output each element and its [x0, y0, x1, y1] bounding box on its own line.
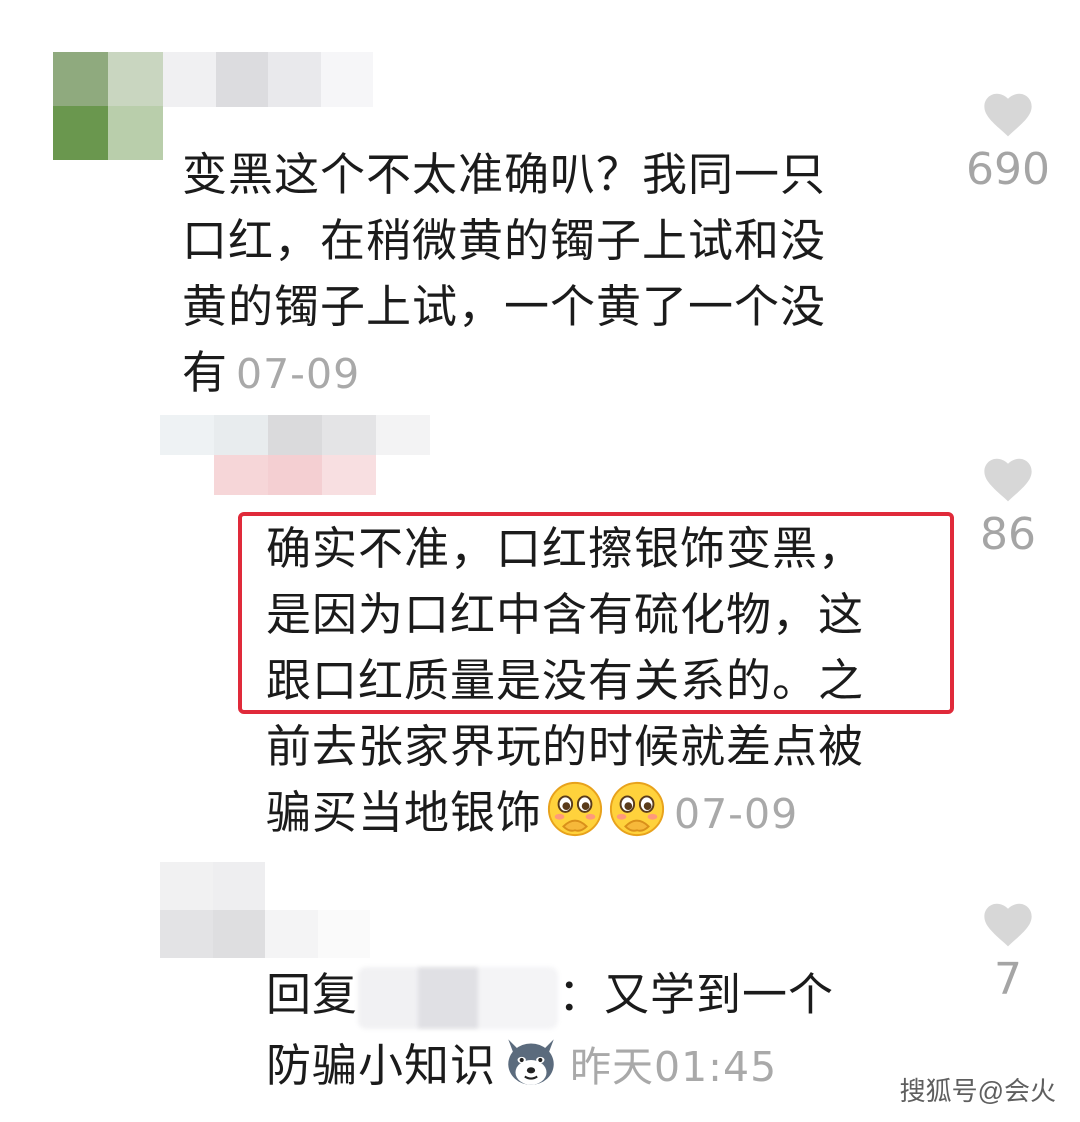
- doge-emoji: [508, 1039, 554, 1085]
- reply-text: 确实不准，口红擦银饰变黑， 是因为口红中含有硫化物，这 跟口红质量是没有关系的。…: [266, 516, 864, 847]
- reply-line: ：又学到一个: [558, 968, 835, 1021]
- username-blurred[interactable]: [160, 415, 430, 495]
- reply-line: 防骗小知识: [266, 1039, 497, 1092]
- like-count: 86: [980, 509, 1036, 560]
- username-blurred[interactable]: [163, 52, 373, 107]
- heart-icon: [984, 458, 1032, 502]
- reply-timestamp: 07-09: [674, 790, 799, 838]
- comment-line: 黄的镯子上试，一个黄了一个没: [182, 280, 827, 333]
- watermark: 搜狐号@会火: [899, 1076, 1056, 1106]
- blushing-face-emoji: [547, 781, 603, 837]
- reply-timestamp: 昨天01:45: [570, 1043, 778, 1091]
- comment-line: 变黑这个不太准确叭？我同一只: [182, 148, 827, 201]
- mention-blurred[interactable]: [358, 967, 559, 1029]
- reply-line: 是因为口红中含有硫化物，这: [266, 588, 865, 641]
- comment-line: 口红，在稍微黄的镯子上试和没: [182, 214, 827, 267]
- heart-icon: [984, 903, 1032, 947]
- like-button[interactable]: 86: [943, 451, 1073, 559]
- like-button[interactable]: 690: [943, 86, 1073, 194]
- like-button[interactable]: 7: [943, 896, 1073, 1004]
- reply-line: 骗买当地银饰: [266, 786, 543, 839]
- heart-icon: [984, 93, 1032, 137]
- reply-line: 跟口红质量是没有关系的。之: [266, 654, 865, 707]
- comment-line: 有: [182, 346, 229, 399]
- blushing-face-emoji: [609, 781, 665, 837]
- comment-timestamp: 07-09: [236, 350, 361, 398]
- username-blurred[interactable]: [160, 862, 370, 958]
- reply-prefix: 回复: [266, 968, 359, 1021]
- avatar-blurred[interactable]: [53, 52, 163, 160]
- like-count: 690: [966, 144, 1050, 195]
- reply-line: 前去张家界玩的时候就差点被: [266, 720, 865, 773]
- reply-line: 确实不准，口红擦银饰变黑，: [266, 522, 865, 575]
- comment-text: 变黑这个不太准确叭？我同一只 口红，在稍微黄的镯子上试和没 黄的镯子上试，一个黄…: [182, 142, 826, 407]
- like-count: 7: [994, 954, 1022, 1005]
- reply-text: 回复 ：又学到一个 防骗小知识 昨天01:45: [266, 962, 834, 1100]
